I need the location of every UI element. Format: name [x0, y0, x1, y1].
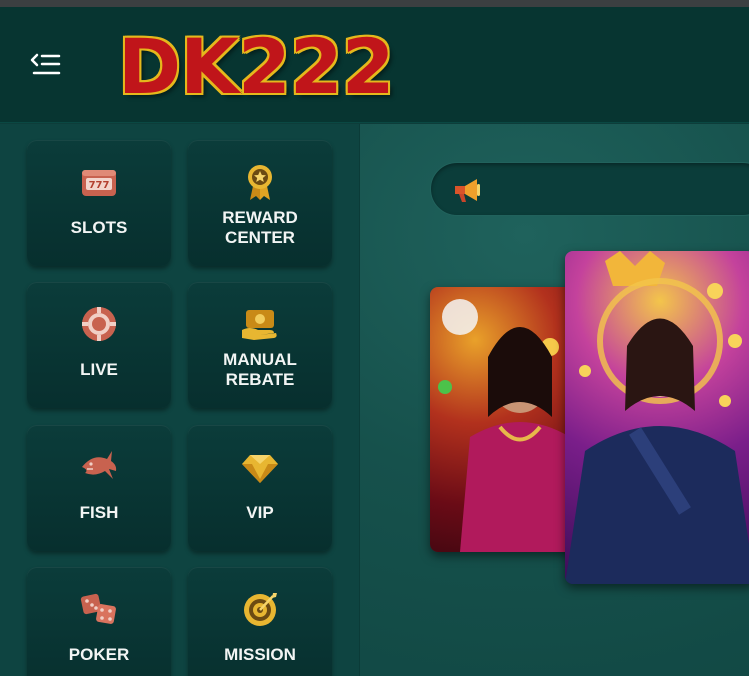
banner-artwork — [438, 299, 580, 552]
sidebar-item-label: POKER — [68, 645, 130, 664]
slot-machine-icon: 777 — [82, 170, 116, 196]
shark-icon — [82, 451, 117, 479]
sidebar-item-label: VIP — [246, 503, 274, 522]
header: DK222 — [0, 7, 749, 123]
sidebar-item-manual-rebate[interactable]: MANUAL REBATE — [188, 282, 332, 408]
promo-banner-2[interactable] — [565, 251, 749, 584]
sidebar-item-live[interactable]: LIVE — [27, 282, 171, 408]
diamond-icon — [242, 455, 278, 483]
svg-text:777: 777 — [89, 180, 110, 191]
sidebar-item-label: SLOTS — [70, 218, 128, 237]
sidebar-item-poker[interactable]: POKER — [27, 567, 171, 676]
target-icon — [244, 593, 277, 626]
banner-artwork — [565, 251, 749, 584]
money-hand-icon — [242, 310, 277, 340]
sidebar-item-label: FISH — [79, 503, 119, 522]
sidebar-item-mission[interactable]: MISSION — [188, 567, 332, 676]
sidebar-item-label: LIVE — [80, 360, 118, 379]
sidebar-item-slots[interactable]: 777 SLOTS — [27, 140, 171, 266]
megaphone-icon — [455, 179, 480, 202]
casino-chip-icon — [82, 307, 116, 341]
sidebar-item-label: MANUAL REBATE — [223, 350, 297, 389]
sidebar-item-vip[interactable]: VIP — [188, 425, 332, 551]
promo-banner-1[interactable] — [430, 287, 580, 552]
sidebar-item-label: MISSION — [224, 645, 296, 664]
top-strip — [0, 0, 749, 7]
announcement-bar[interactable] — [430, 162, 749, 216]
dice-icon — [80, 593, 116, 624]
sidebar-item-label: REWARD CENTER — [222, 208, 298, 247]
award-medal-icon — [248, 165, 272, 200]
sidebar: 777 SLOTS REWARD CENTER LIVE MANUAL REBA… — [0, 124, 360, 676]
logo[interactable]: DK222 — [118, 27, 395, 107]
sidebar-item-reward-center[interactable]: REWARD CENTER — [188, 140, 332, 266]
sidebar-item-fish[interactable]: FISH — [27, 425, 171, 551]
menu-collapse-icon[interactable] — [30, 51, 62, 79]
